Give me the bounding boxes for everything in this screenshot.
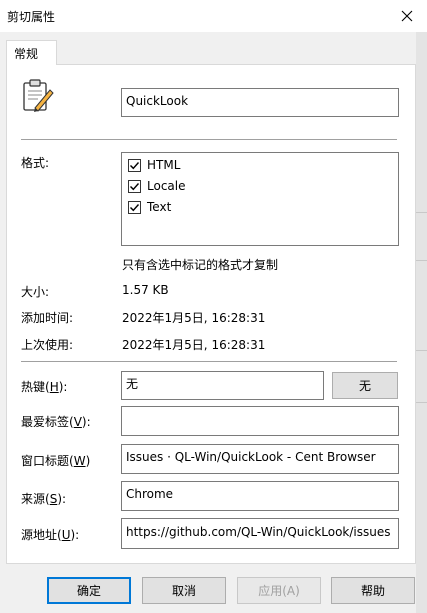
apply-button[interactable]: 应用(A) — [237, 577, 321, 604]
format-locale-label: Locale — [147, 179, 186, 193]
separator-middle — [21, 361, 397, 362]
favorite-tag-label: 最爱标签(V): — [21, 415, 91, 429]
size-value: 1.57 KB — [122, 283, 169, 297]
format-item-html[interactable]: HTML — [128, 157, 180, 173]
source-label: 来源(S): — [21, 492, 67, 506]
formats-hint: 只有含选中标记的格式才复制 — [122, 258, 279, 272]
ok-button[interactable]: 确定 — [47, 577, 131, 604]
format-item-text[interactable]: Text — [128, 199, 171, 215]
added-time-value: 2022年1月5日, 16:28:31 — [122, 311, 266, 325]
format-text-checkbox[interactable] — [128, 200, 141, 214]
source-input[interactable]: Chrome — [121, 481, 399, 511]
tab-general-label: 常规 — [14, 47, 39, 61]
format-html-label: HTML — [147, 158, 181, 172]
checkmark-icon — [130, 203, 140, 211]
hotkey-input[interactable]: 无 — [121, 371, 324, 400]
checkmark-icon — [130, 161, 140, 169]
source-url-input[interactable]: https://github.com/QL-Win/QuickLook/issu… — [121, 518, 399, 549]
close-icon — [401, 10, 413, 22]
format-text-label: Text — [147, 200, 172, 214]
checkmark-icon — [130, 182, 140, 190]
close-button[interactable] — [387, 0, 427, 32]
background-window-edge — [416, 32, 427, 613]
hotkey-label: 热键(H): — [21, 380, 68, 394]
source-url-label: 源地址(U): — [21, 528, 80, 542]
clip-name-input[interactable]: QuickLook — [121, 88, 399, 117]
hotkey-clear-button[interactable]: 无 — [332, 372, 398, 399]
format-html-checkbox[interactable] — [128, 158, 141, 172]
title-bar: 剪切属性 — [0, 0, 427, 32]
window-title-label: 窗口标题(W) — [21, 454, 91, 468]
format-locale-checkbox[interactable] — [128, 179, 141, 193]
added-time-label: 添加时间: — [21, 311, 74, 325]
formats-label: 格式: — [21, 156, 50, 170]
clipboard-icon — [23, 79, 54, 112]
window-title-input[interactable]: Issues · QL-Win/QuickLook - Cent Browser — [121, 444, 399, 474]
size-label: 大小: — [21, 285, 50, 299]
tab-general[interactable]: 常规 — [6, 40, 57, 65]
last-used-value: 2022年1月5日, 16:28:31 — [122, 338, 266, 352]
separator-top — [21, 139, 397, 140]
format-item-locale[interactable]: Locale — [128, 178, 185, 194]
cancel-button[interactable]: 取消 — [142, 577, 226, 604]
formats-list[interactable]: HTML Locale Text — [121, 152, 399, 246]
last-used-label: 上次使用: — [21, 338, 74, 352]
help-button[interactable]: 帮助 — [331, 577, 415, 604]
window-title: 剪切属性 — [7, 10, 56, 24]
favorite-tag-input[interactable] — [121, 406, 399, 436]
